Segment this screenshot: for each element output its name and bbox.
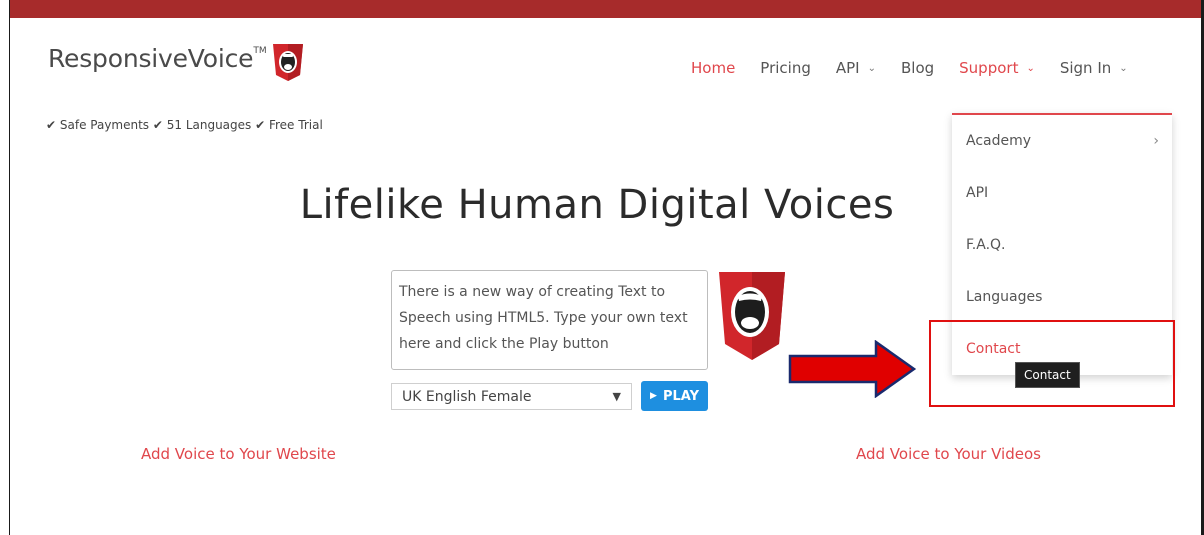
nav-home[interactable]: Home (691, 59, 735, 77)
dropdown-item-academy[interactable]: Academy › (966, 133, 1159, 149)
voice-select-value: UK English Female (402, 388, 532, 405)
logo[interactable]: ResponsiveVoice TM (48, 44, 305, 82)
chevron-down-icon: ⌄ (867, 62, 876, 74)
nav-support-label: Support (959, 59, 1019, 77)
voice-select[interactable]: UK English Female ▼ (391, 383, 632, 410)
play-button[interactable]: ▶ PLAY (641, 381, 708, 411)
nav-pricing[interactable]: Pricing (760, 59, 811, 77)
chevron-right-icon: › (1153, 133, 1159, 149)
nav-home-label: Home (691, 59, 736, 77)
shield-mouth-icon (272, 44, 303, 81)
page-frame: ResponsiveVoice TM ✔ Safe Payments ✔ 51 … (0, 0, 1204, 535)
add-voice-videos-link[interactable]: Add Voice to Your Videos (856, 445, 1041, 463)
speaking-mouth-icon (719, 272, 785, 360)
contact-tooltip: Contact (1015, 362, 1080, 388)
nav-sign-in[interactable]: Sign In ⌄ (1060, 59, 1128, 77)
nav-pricing-label: Pricing (760, 59, 811, 77)
dropdown-item-faq[interactable]: F.A.Q. (966, 237, 1159, 253)
nav-support[interactable]: Support ⌄ (959, 59, 1035, 77)
nav-blog[interactable]: Blog (901, 59, 934, 77)
top-bar (0, 0, 1204, 18)
nav-blog-label: Blog (900, 59, 935, 77)
logo-trademark: TM (253, 46, 267, 56)
page-title: Lifelike Human Digital Voices (299, 182, 895, 228)
logo-text: ResponsiveVoice (48, 44, 254, 73)
chevron-down-icon: ⌄ (1119, 62, 1128, 74)
play-button-label: PLAY (662, 388, 699, 404)
trust-line: ✔ Safe Payments ✔ 51 Languages ✔ Free Tr… (46, 118, 323, 132)
nav-sign-in-label: Sign In (1059, 59, 1112, 77)
dropdown-item-label: Languages (966, 289, 1043, 305)
dropdown-item-label: Academy (966, 133, 1032, 149)
annotation-arrow-icon (788, 340, 917, 398)
main-nav: Home Pricing API ⌄ Blog Support ⌄ Sign In ⌄ (691, 59, 1153, 77)
demo-text-input[interactable]: There is a new way of creating Text to S… (391, 270, 708, 370)
play-icon: ▶ (650, 391, 657, 401)
dropdown-item-label: F.A.Q. (966, 237, 1006, 253)
nav-api-label: API (835, 59, 860, 77)
nav-api[interactable]: API ⌄ (836, 59, 876, 77)
chevron-down-icon: ▼ (612, 390, 621, 403)
left-edge (0, 0, 10, 535)
add-voice-website-link[interactable]: Add Voice to Your Website (141, 445, 336, 463)
chevron-down-icon: ⌄ (1026, 62, 1035, 74)
dropdown-item-languages[interactable]: Languages (966, 289, 1159, 305)
